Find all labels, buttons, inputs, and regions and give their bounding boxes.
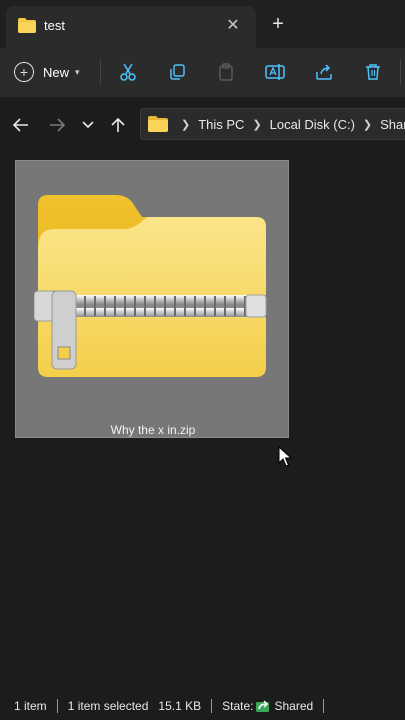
address-bar[interactable]: ❯ This PC ❯ Local Disk (C:) ❯ Shared ❯	[140, 108, 405, 140]
divider	[56, 699, 58, 713]
rename-button[interactable]	[261, 58, 289, 86]
back-arrow-icon	[13, 118, 28, 132]
divider	[211, 699, 213, 713]
up-button[interactable]	[106, 113, 130, 137]
copy-icon	[170, 64, 185, 80]
chevron-right-icon[interactable]: ❯	[252, 118, 261, 131]
back-button[interactable]	[9, 113, 33, 137]
breadcrumb-this-pc[interactable]: This PC	[198, 117, 244, 132]
breadcrumb-shared[interactable]: Shared	[380, 117, 405, 132]
tab-title: test	[44, 18, 65, 33]
divider	[400, 60, 401, 84]
breadcrumb-local-disk[interactable]: Local Disk (C:)	[270, 117, 355, 132]
plus-icon[interactable]: +	[266, 12, 290, 36]
folder-icon	[148, 116, 168, 132]
copy-button[interactable]	[163, 58, 191, 86]
zip-folder-icon	[34, 195, 267, 377]
cut-icon	[120, 63, 136, 81]
mouse-cursor-icon	[278, 446, 292, 467]
add-circle-icon: +	[14, 62, 34, 82]
chevron-right-icon[interactable]: ❯	[181, 118, 190, 131]
divider	[100, 60, 101, 84]
file-item-zip[interactable]: Why the x in.zip	[15, 160, 289, 438]
forward-arrow-icon	[50, 118, 65, 132]
selection-size: 15.1 KB	[158, 699, 202, 713]
new-label: New	[43, 64, 70, 80]
new-button[interactable]: + New ▾	[14, 56, 90, 88]
divider	[323, 699, 325, 713]
forward-button[interactable]	[45, 113, 69, 137]
folder-icon	[18, 18, 36, 36]
status-bar: 1 item 1 item selected 15.1 KB State: Sh…	[0, 692, 405, 720]
cut-button[interactable]	[114, 58, 142, 86]
recent-chevron-icon	[82, 121, 94, 129]
tab-test[interactable]: test ✕	[6, 6, 256, 48]
item-count: 1 item	[14, 699, 47, 713]
share-button[interactable]	[310, 58, 338, 86]
delete-button[interactable]	[359, 58, 387, 86]
state-value: Shared	[274, 699, 314, 713]
chevron-right-icon[interactable]: ❯	[363, 118, 372, 131]
share-icon	[316, 64, 332, 80]
paste-icon	[219, 63, 233, 81]
chevron-down-icon: ▾	[75, 66, 80, 77]
state-label: State:	[222, 699, 254, 713]
shared-icon	[255, 699, 271, 713]
rename-icon	[265, 64, 285, 80]
file-name: Why the x in.zip	[110, 423, 196, 437]
selection-count: 1 item selected	[67, 699, 149, 713]
command-bar: + New ▾	[0, 48, 405, 96]
paste-button[interactable]	[212, 58, 240, 86]
title-bar: test ✕ +	[0, 0, 405, 48]
close-icon[interactable]: ✕	[222, 15, 244, 37]
recent-locations-button[interactable]	[76, 113, 100, 137]
delete-icon	[366, 64, 380, 80]
up-arrow-icon	[111, 117, 125, 132]
